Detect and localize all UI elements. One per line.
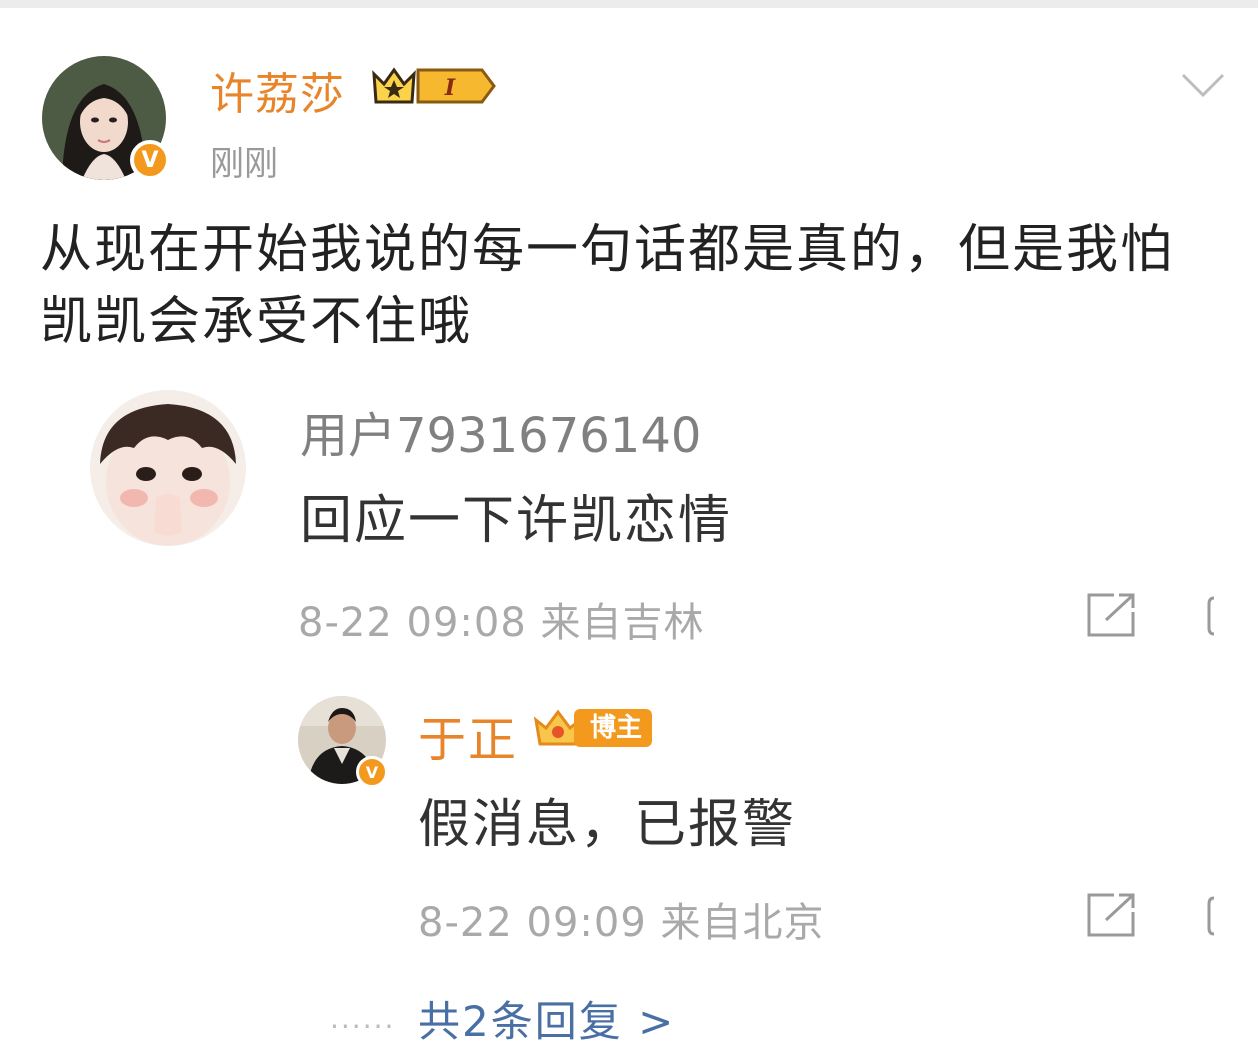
reply-location: 来自北京	[660, 900, 825, 946]
thread-dots: ······	[330, 1010, 396, 1043]
top-bar	[0, 0, 1258, 8]
author-name[interactable]: 许荔莎	[210, 58, 345, 122]
comment-text: 回应一下许凯恋情	[300, 491, 733, 551]
reply-date: 8-22 09:09	[418, 900, 647, 946]
share-icon[interactable]	[1086, 892, 1138, 938]
commenter-avatar[interactable]	[90, 390, 246, 546]
more-replies-link[interactable]: 共2条回复 >	[418, 988, 675, 1049]
post-text: 从现在开始我说的每一句话都是真的，但是我怕凯凯会承受不住哦	[40, 220, 1175, 352]
comment-date: 8-22 09:08	[298, 600, 527, 646]
post-time: 刚刚	[210, 144, 278, 184]
verified-badge: V	[130, 140, 170, 180]
share-icon[interactable]	[1086, 592, 1138, 638]
blogger-badge[interactable]: 博主	[532, 704, 653, 752]
blogger-label: 博主	[574, 709, 653, 747]
chevron-down-icon[interactable]	[1180, 70, 1226, 100]
cut-off-icon[interactable]	[1206, 896, 1216, 936]
comment-location: 来自吉林	[540, 600, 705, 646]
reply-text: 假消息，已报警	[418, 795, 797, 855]
replier-name[interactable]: 于正	[418, 700, 518, 770]
vip-badge[interactable]: I	[370, 64, 496, 108]
cut-off-icon[interactable]	[1206, 596, 1216, 636]
vip-level: I	[444, 75, 456, 101]
comment-meta: 8-22 09:08 来自吉林	[298, 590, 705, 648]
crown-icon: I	[372, 67, 496, 104]
reply-meta: 8-22 09:09 来自北京	[418, 890, 825, 948]
commenter-name[interactable]: 用户7931676140	[300, 396, 701, 466]
verified-badge: V	[356, 756, 388, 788]
